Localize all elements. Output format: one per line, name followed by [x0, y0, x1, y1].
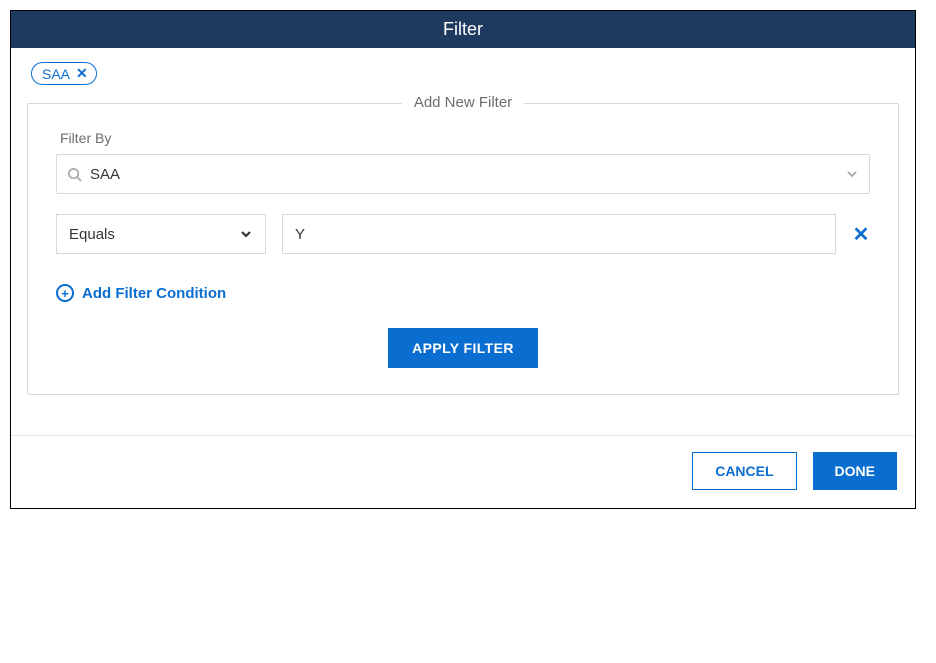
- dialog-footer: CANCEL DONE: [11, 435, 915, 508]
- chip-remove-icon[interactable]: ✕: [76, 65, 88, 82]
- filter-by-label: Filter By: [60, 130, 870, 146]
- cancel-button[interactable]: CANCEL: [692, 452, 796, 490]
- filter-by-value: SAA: [90, 166, 845, 183]
- dialog-body: SAA ✕ Add New Filter Filter By SAA: [11, 48, 915, 395]
- condition-value-input[interactable]: [282, 214, 836, 254]
- apply-filter-wrap: APPLY FILTER: [56, 328, 870, 368]
- filter-dialog: Filter SAA ✕ Add New Filter Filter By SA…: [10, 10, 916, 509]
- active-filter-chips: SAA ✕: [31, 62, 899, 85]
- operator-value: Equals: [69, 226, 115, 243]
- plus-circle-icon: +: [56, 284, 74, 302]
- remove-condition-icon[interactable]: ✕: [852, 222, 870, 247]
- filter-chip[interactable]: SAA ✕: [31, 62, 97, 85]
- fieldset-legend: Add New Filter: [402, 94, 524, 111]
- done-button[interactable]: DONE: [813, 452, 897, 490]
- dialog-title: Filter: [11, 11, 915, 48]
- filter-by-combobox[interactable]: SAA: [56, 154, 870, 194]
- add-filter-condition-button[interactable]: + Add Filter Condition: [56, 284, 870, 302]
- operator-select[interactable]: Equals: [56, 214, 266, 254]
- chip-label: SAA: [42, 66, 70, 82]
- condition-row: Equals ✕: [56, 214, 870, 254]
- chevron-down-icon: [239, 227, 253, 241]
- add-condition-label: Add Filter Condition: [82, 285, 226, 302]
- chevron-down-icon: [845, 167, 859, 181]
- apply-filter-button[interactable]: APPLY FILTER: [388, 328, 538, 368]
- search-icon: [67, 167, 82, 182]
- add-new-filter-fieldset: Add New Filter Filter By SAA: [27, 103, 899, 395]
